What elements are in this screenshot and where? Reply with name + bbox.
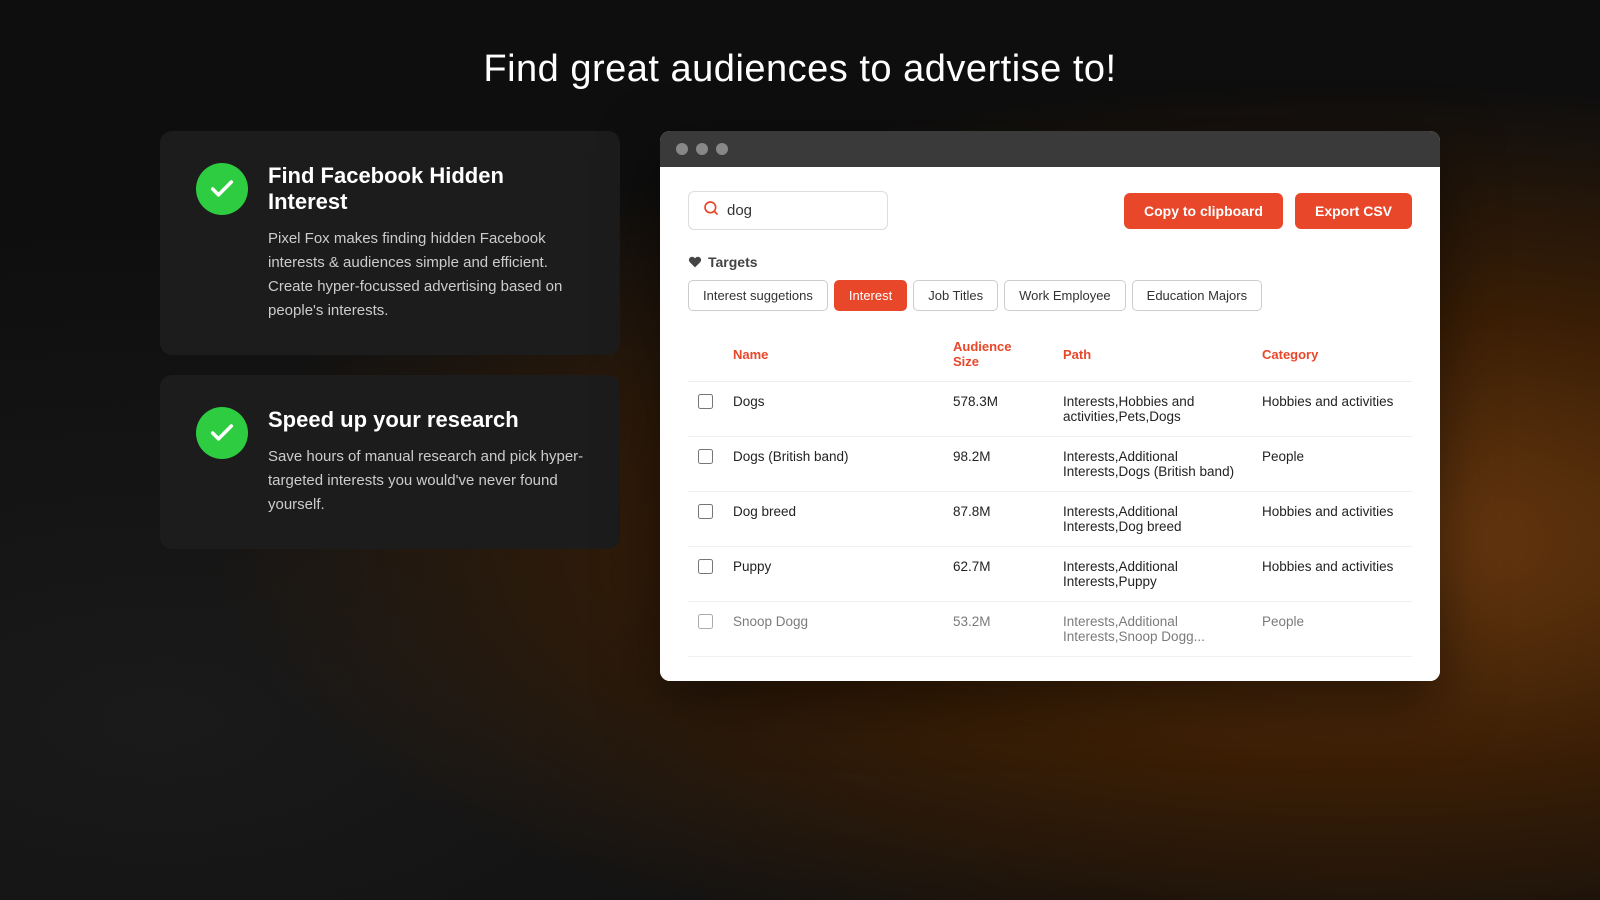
feature-header-1: Find Facebook Hidden Interest Pixel Fox … bbox=[196, 163, 584, 323]
feature-title-1: Find Facebook Hidden Interest bbox=[268, 163, 584, 215]
row-name-2: Dog breed bbox=[723, 492, 943, 547]
export-csv-button[interactable]: Export CSV bbox=[1295, 193, 1412, 229]
row-name-3: Puppy bbox=[723, 547, 943, 602]
targets-section: Targets Interest suggetions Interest Job… bbox=[688, 254, 1412, 311]
table-row: Dogs 578.3M Interests,Hobbies and activi… bbox=[688, 382, 1412, 437]
row-path-0: Interests,Hobbies and activities,Pets,Do… bbox=[1053, 382, 1252, 437]
check-icon-2 bbox=[196, 407, 248, 459]
feature-text-1: Find Facebook Hidden Interest Pixel Fox … bbox=[268, 163, 584, 323]
table-body: Dogs 578.3M Interests,Hobbies and activi… bbox=[688, 382, 1412, 657]
search-row: dog Copy to clipboard Export CSV bbox=[688, 191, 1412, 230]
row-audience-3: 62.7M bbox=[943, 547, 1053, 602]
feature-card-1: Find Facebook Hidden Interest Pixel Fox … bbox=[160, 131, 620, 355]
col-header-path: Path bbox=[1053, 331, 1252, 382]
left-panel: Find Facebook Hidden Interest Pixel Fox … bbox=[160, 131, 620, 549]
col-audience-label: AudienceSize bbox=[953, 339, 1012, 369]
row-path-4: Interests,Additional Interests,Snoop Dog… bbox=[1053, 602, 1252, 657]
row-category-2: Hobbies and activities bbox=[1252, 492, 1412, 547]
row-audience-4: 53.2M bbox=[943, 602, 1053, 657]
row-category-1: People bbox=[1252, 437, 1412, 492]
targets-label: Targets bbox=[688, 254, 1412, 270]
feature-desc-1: Pixel Fox makes finding hidden Facebook … bbox=[268, 227, 584, 323]
browser-mock: dog Copy to clipboard Export CSV Targets bbox=[660, 131, 1440, 681]
tab-interest[interactable]: Interest bbox=[834, 280, 907, 311]
col-header-audience: AudienceSize bbox=[943, 331, 1053, 382]
col-header-category: Category bbox=[1252, 331, 1412, 382]
table-header-row: Name AudienceSize Path Category bbox=[688, 331, 1412, 382]
browser-body: dog Copy to clipboard Export CSV Targets bbox=[660, 167, 1440, 681]
feature-title-2: Speed up your research bbox=[268, 407, 584, 433]
browser-titlebar bbox=[660, 131, 1440, 167]
row-audience-2: 87.8M bbox=[943, 492, 1053, 547]
row-audience-1: 98.2M bbox=[943, 437, 1053, 492]
main-row: Find Facebook Hidden Interest Pixel Fox … bbox=[100, 131, 1500, 681]
row-checkbox-2[interactable] bbox=[688, 492, 723, 547]
check-icon-1 bbox=[196, 163, 248, 215]
row-category-0: Hobbies and activities bbox=[1252, 382, 1412, 437]
feature-header-2: Speed up your research Save hours of man… bbox=[196, 407, 584, 517]
tab-interest-suggestions[interactable]: Interest suggetions bbox=[688, 280, 828, 311]
tab-work-employee[interactable]: Work Employee bbox=[1004, 280, 1126, 311]
col-checkbox-header bbox=[688, 331, 723, 382]
browser-dot-1 bbox=[676, 143, 688, 155]
action-buttons: Copy to clipboard Export CSV bbox=[1124, 193, 1412, 229]
browser-dot-3 bbox=[716, 143, 728, 155]
row-name-1: Dogs (British band) bbox=[723, 437, 943, 492]
table-row: Snoop Dogg 53.2M Interests,Additional In… bbox=[688, 602, 1412, 657]
row-category-3: Hobbies and activities bbox=[1252, 547, 1412, 602]
search-icon bbox=[703, 200, 719, 221]
table-row: Puppy 62.7M Interests,Additional Interes… bbox=[688, 547, 1412, 602]
row-checkbox-3[interactable] bbox=[688, 547, 723, 602]
row-name-0: Dogs bbox=[723, 382, 943, 437]
search-box[interactable]: dog bbox=[688, 191, 888, 230]
feature-desc-2: Save hours of manual research and pick h… bbox=[268, 445, 584, 517]
page-content: Find great audiences to advertise to! Fi… bbox=[0, 0, 1600, 900]
tabs-row: Interest suggetions Interest Job Titles … bbox=[688, 280, 1412, 311]
targets-icon bbox=[688, 255, 702, 269]
row-path-1: Interests,Additional Interests,Dogs (Bri… bbox=[1053, 437, 1252, 492]
row-path-2: Interests,Additional Interests,Dog breed bbox=[1053, 492, 1252, 547]
table-row: Dog breed 87.8M Interests,Additional Int… bbox=[688, 492, 1412, 547]
feature-card-2: Speed up your research Save hours of man… bbox=[160, 375, 620, 549]
table-row: Dogs (British band) 98.2M Interests,Addi… bbox=[688, 437, 1412, 492]
row-audience-0: 578.3M bbox=[943, 382, 1053, 437]
row-checkbox-4[interactable] bbox=[688, 602, 723, 657]
search-value: dog bbox=[727, 202, 752, 219]
tab-education-majors[interactable]: Education Majors bbox=[1132, 280, 1262, 311]
row-category-4: People bbox=[1252, 602, 1412, 657]
copy-to-clipboard-button[interactable]: Copy to clipboard bbox=[1124, 193, 1283, 229]
tab-job-titles[interactable]: Job Titles bbox=[913, 280, 998, 311]
row-checkbox-0[interactable] bbox=[688, 382, 723, 437]
row-name-4: Snoop Dogg bbox=[723, 602, 943, 657]
row-checkbox-1[interactable] bbox=[688, 437, 723, 492]
data-table: Name AudienceSize Path Category Dogs 578… bbox=[688, 331, 1412, 657]
browser-dot-2 bbox=[696, 143, 708, 155]
feature-text-2: Speed up your research Save hours of man… bbox=[268, 407, 584, 517]
col-header-name: Name bbox=[723, 331, 943, 382]
row-path-3: Interests,Additional Interests,Puppy bbox=[1053, 547, 1252, 602]
page-title: Find great audiences to advertise to! bbox=[483, 48, 1116, 91]
